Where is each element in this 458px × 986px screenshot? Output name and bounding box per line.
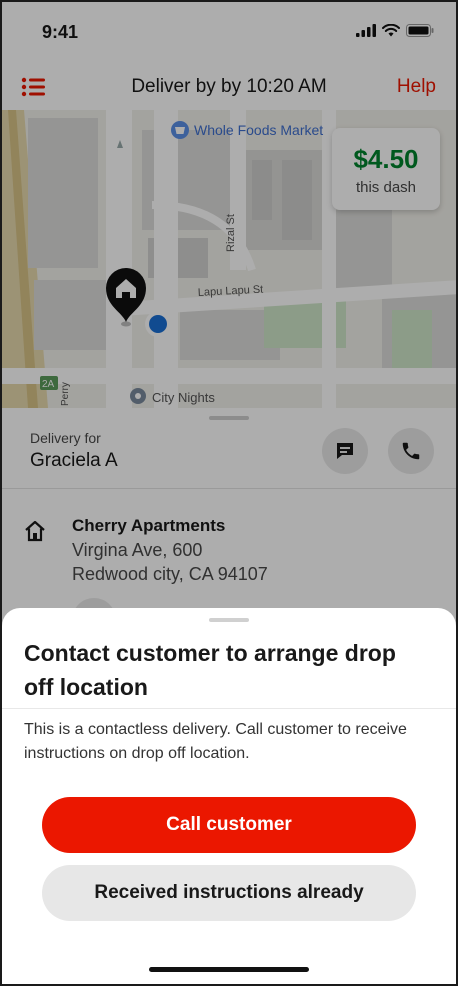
phone-screen: 9:41 Deliver by by 10:20 AM Help Whole F…: [0, 0, 458, 986]
contact-customer-sheet: Contact customer to arrange drop off loc…: [2, 608, 456, 984]
call-customer-button[interactable]: Call customer: [42, 797, 416, 853]
sheet-divider: [2, 708, 456, 709]
sheet-drag-handle[interactable]: [209, 618, 249, 622]
sheet-title: Contact customer to arrange drop off loc…: [24, 640, 396, 700]
sheet-body-text: This is a contactless delivery. Call cus…: [24, 721, 407, 762]
home-indicator: [149, 967, 309, 972]
received-instructions-button[interactable]: Received instructions already: [42, 865, 416, 921]
